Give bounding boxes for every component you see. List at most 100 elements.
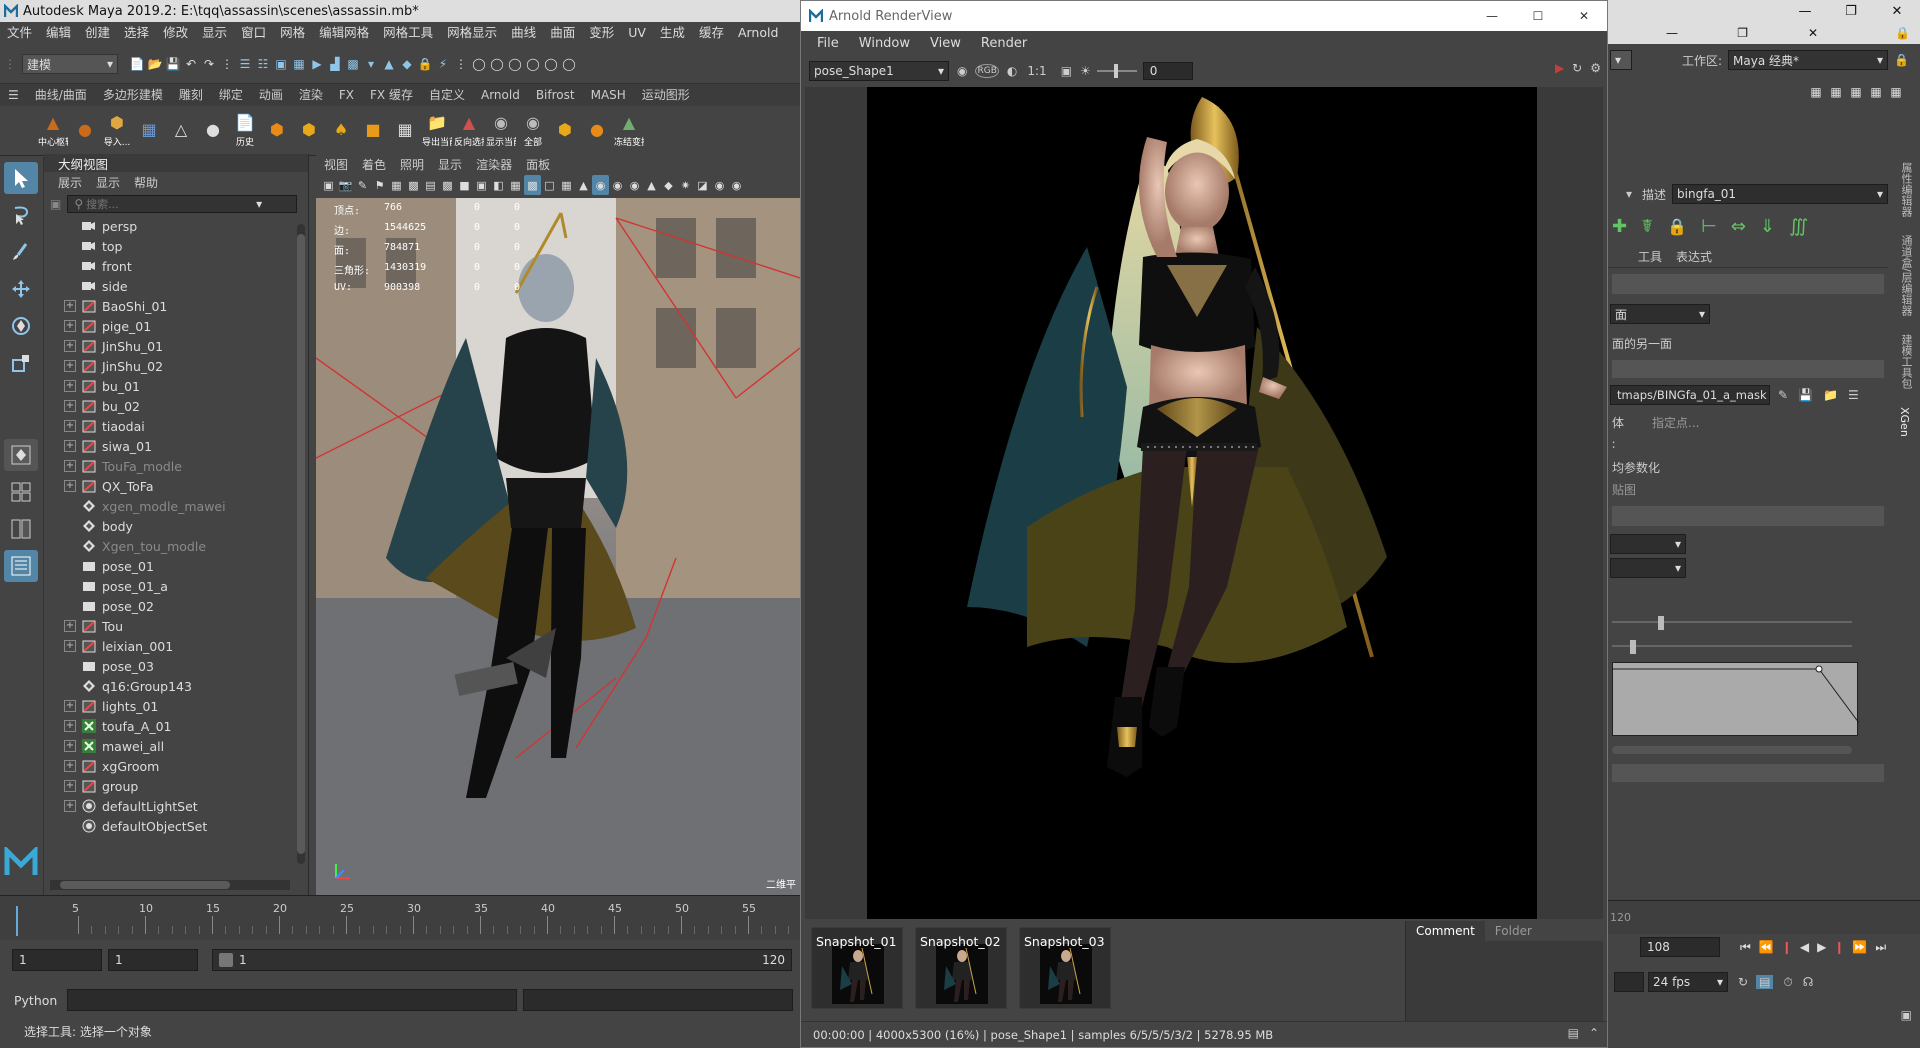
shelf-tab[interactable]: 多边形建模 xyxy=(95,84,171,106)
shelf-button[interactable]: ■ xyxy=(358,120,388,142)
outliner-item[interactable]: + JinShu_02 xyxy=(64,356,308,376)
snapshot-thumbnail[interactable]: Snapshot_02 xyxy=(915,927,1007,1009)
select-face-icon[interactable]: ▟ xyxy=(326,54,344,74)
exposure-field[interactable]: 0 xyxy=(1142,62,1193,80)
tab-tools[interactable]: 工具 xyxy=(1638,248,1662,265)
range-slider-bar[interactable]: 1 120 xyxy=(212,949,792,971)
side-tab[interactable]: 属性编辑器 xyxy=(1898,162,1914,217)
shelf-tab[interactable]: 雕刻 xyxy=(171,84,211,106)
lock-icon[interactable]: 🔒 xyxy=(416,54,434,74)
outliner-item[interactable]: + TouFa_modle xyxy=(64,456,308,476)
viewport-tool-icon[interactable]: ▣ xyxy=(473,175,490,195)
shelf-button[interactable]: ▦ xyxy=(134,120,164,142)
output-icon[interactable]: ◯ xyxy=(560,54,578,74)
outliner-menu-item[interactable]: 展示 xyxy=(58,174,82,191)
outliner-item[interactable]: + bu_01 xyxy=(64,376,308,396)
exposure-slider[interactable] xyxy=(1096,64,1137,78)
layout-icon[interactable]: ▦ xyxy=(1846,82,1866,102)
menu-item[interactable]: 生成 xyxy=(653,22,692,44)
render-icon[interactable]: ◯ xyxy=(470,54,488,74)
shelf-button[interactable]: ● xyxy=(70,120,100,142)
shelf-button[interactable]: △ xyxy=(166,120,196,142)
save-icon[interactable]: 💾 xyxy=(1798,388,1813,402)
arnold-menu-item[interactable]: File xyxy=(807,31,849,57)
viewport-canvas[interactable]: 顶点: 766 0 0 边: 1544625 0 0 面: 784871 0 0 三角形: 1430319… xyxy=(316,198,800,895)
viewport-tool-icon[interactable]: ◧ xyxy=(490,175,507,195)
shelf-tab[interactable]: FX 缓存 xyxy=(362,84,421,106)
go-start-icon[interactable]: ⏮ xyxy=(1740,940,1751,955)
viewport-tool-icon[interactable]: ▩ xyxy=(405,175,422,195)
side-tab[interactable]: 通道盒/层编辑器 xyxy=(1898,235,1914,316)
lock-icon[interactable]: 🔒 xyxy=(1895,26,1910,40)
expand-icon[interactable]: + xyxy=(64,760,76,772)
guide-blend-icon[interactable]: ⇓ xyxy=(1760,216,1775,237)
close-icon[interactable]: ✕ xyxy=(1561,9,1607,23)
outliner-item[interactable]: front xyxy=(64,256,308,276)
guide-sculpt-icon[interactable]: ☤ xyxy=(1641,216,1653,237)
outliner-item[interactable]: pose_02 xyxy=(64,596,308,616)
viewport-menu-item[interactable]: 照明 xyxy=(400,156,424,173)
expand-icon[interactable]: + xyxy=(64,800,76,812)
viewport-tool-icon[interactable]: 📷 xyxy=(337,175,354,195)
shelf-tab[interactable]: Bifrost xyxy=(528,84,583,106)
side-tab[interactable]: 建模工具包 xyxy=(1898,334,1914,389)
menu-item[interactable]: 网格 xyxy=(273,22,312,44)
slider-handle-icon[interactable] xyxy=(1630,640,1636,654)
shelf-tab[interactable]: Arnold xyxy=(473,84,528,106)
viewport-tool-icon[interactable]: ■ xyxy=(456,175,473,195)
current-frame-field[interactable]: 108 xyxy=(1640,937,1720,957)
outliner-item[interactable]: + group xyxy=(64,776,308,796)
select-object-icon[interactable]: ☷ xyxy=(254,54,272,74)
slider-a[interactable] xyxy=(1612,621,1852,623)
outliner-item[interactable]: body xyxy=(64,516,308,536)
layout-icon[interactable]: ▦ xyxy=(1886,82,1906,102)
shelf-button[interactable]: ◉ 全部 xyxy=(518,113,548,148)
expand-icon[interactable]: + xyxy=(64,420,76,432)
save-scene-icon[interactable]: 💾 xyxy=(164,54,182,74)
layout-icon[interactable]: ▦ xyxy=(1806,82,1826,102)
viewport-menu-item[interactable]: 视图 xyxy=(324,156,348,173)
exposure-icon[interactable]: ☀ xyxy=(1080,64,1091,78)
workspace-dropdown[interactable]: Maya 经典* ▾ xyxy=(1728,50,1889,70)
expand-icon[interactable]: + xyxy=(64,640,76,652)
step-back-icon[interactable]: ⏪ xyxy=(1759,940,1774,954)
shelf-button[interactable]: ▲ 反向选择 xyxy=(454,113,484,148)
time-slider[interactable]: 5 10 15 20 25 30 35 40 45 50 55 xyxy=(0,895,803,940)
outliner-item[interactable]: + siwa_01 xyxy=(64,436,308,456)
select-component-icon[interactable]: ▣ xyxy=(272,54,290,74)
outliner-layout-icon[interactable] xyxy=(4,550,38,582)
rotate-tool-icon[interactable] xyxy=(4,310,38,342)
settings-icon[interactable]: ⚙ xyxy=(1590,61,1601,75)
expand-icon[interactable]: + xyxy=(64,460,76,472)
select-hierarchy-icon[interactable]: ☰ xyxy=(236,54,254,74)
menu-item[interactable]: 缓存 xyxy=(692,22,731,44)
hypershade-icon[interactable]: ◯ xyxy=(524,54,542,74)
shelf-tab[interactable]: 绑定 xyxy=(211,84,251,106)
menu-item[interactable]: 窗口 xyxy=(234,22,273,44)
viewport-tool-icon[interactable]: ▤ xyxy=(422,175,439,195)
outliner-item[interactable]: + leixian_001 xyxy=(64,636,308,656)
select-vertex-icon[interactable]: ▦ xyxy=(290,54,308,74)
shelf-button[interactable]: ⬢ 导入... xyxy=(102,113,132,148)
edit-icon[interactable]: ✎ xyxy=(1778,388,1788,402)
expand-icon[interactable]: + xyxy=(64,400,76,412)
menu-item[interactable]: 显示 xyxy=(195,22,234,44)
dropdown-b[interactable]: ▾ xyxy=(1610,558,1686,578)
shelf-button[interactable]: ◉ 显示当前 xyxy=(486,113,516,148)
menu-item[interactable]: 网格显示 xyxy=(440,22,504,44)
lasso-tool-icon[interactable] xyxy=(4,199,38,231)
viewport-tool-icon[interactable]: ▩ xyxy=(439,175,456,195)
outliner-menu-item[interactable]: 显示 xyxy=(96,174,120,191)
loop-icon[interactable]: ↻ xyxy=(1738,975,1748,989)
outliner-item[interactable]: + tiaodai xyxy=(64,416,308,436)
viewport-menu-item[interactable]: 显示 xyxy=(438,156,462,173)
collapse-icon[interactable]: ⌃ xyxy=(1589,1026,1599,1040)
viewport-menu-item[interactable]: 着色 xyxy=(362,156,386,173)
curve-graph[interactable] xyxy=(1612,662,1859,736)
menu-item[interactable]: 编辑 xyxy=(39,22,78,44)
viewport-tool-icon[interactable]: ▲ xyxy=(643,175,660,195)
shelf-button[interactable]: ● xyxy=(198,120,228,142)
light-editor-icon[interactable]: ◯ xyxy=(542,54,560,74)
step-key-back-icon[interactable]: ❙ xyxy=(1782,940,1792,954)
minimize-icon[interactable]: — xyxy=(1782,4,1828,19)
